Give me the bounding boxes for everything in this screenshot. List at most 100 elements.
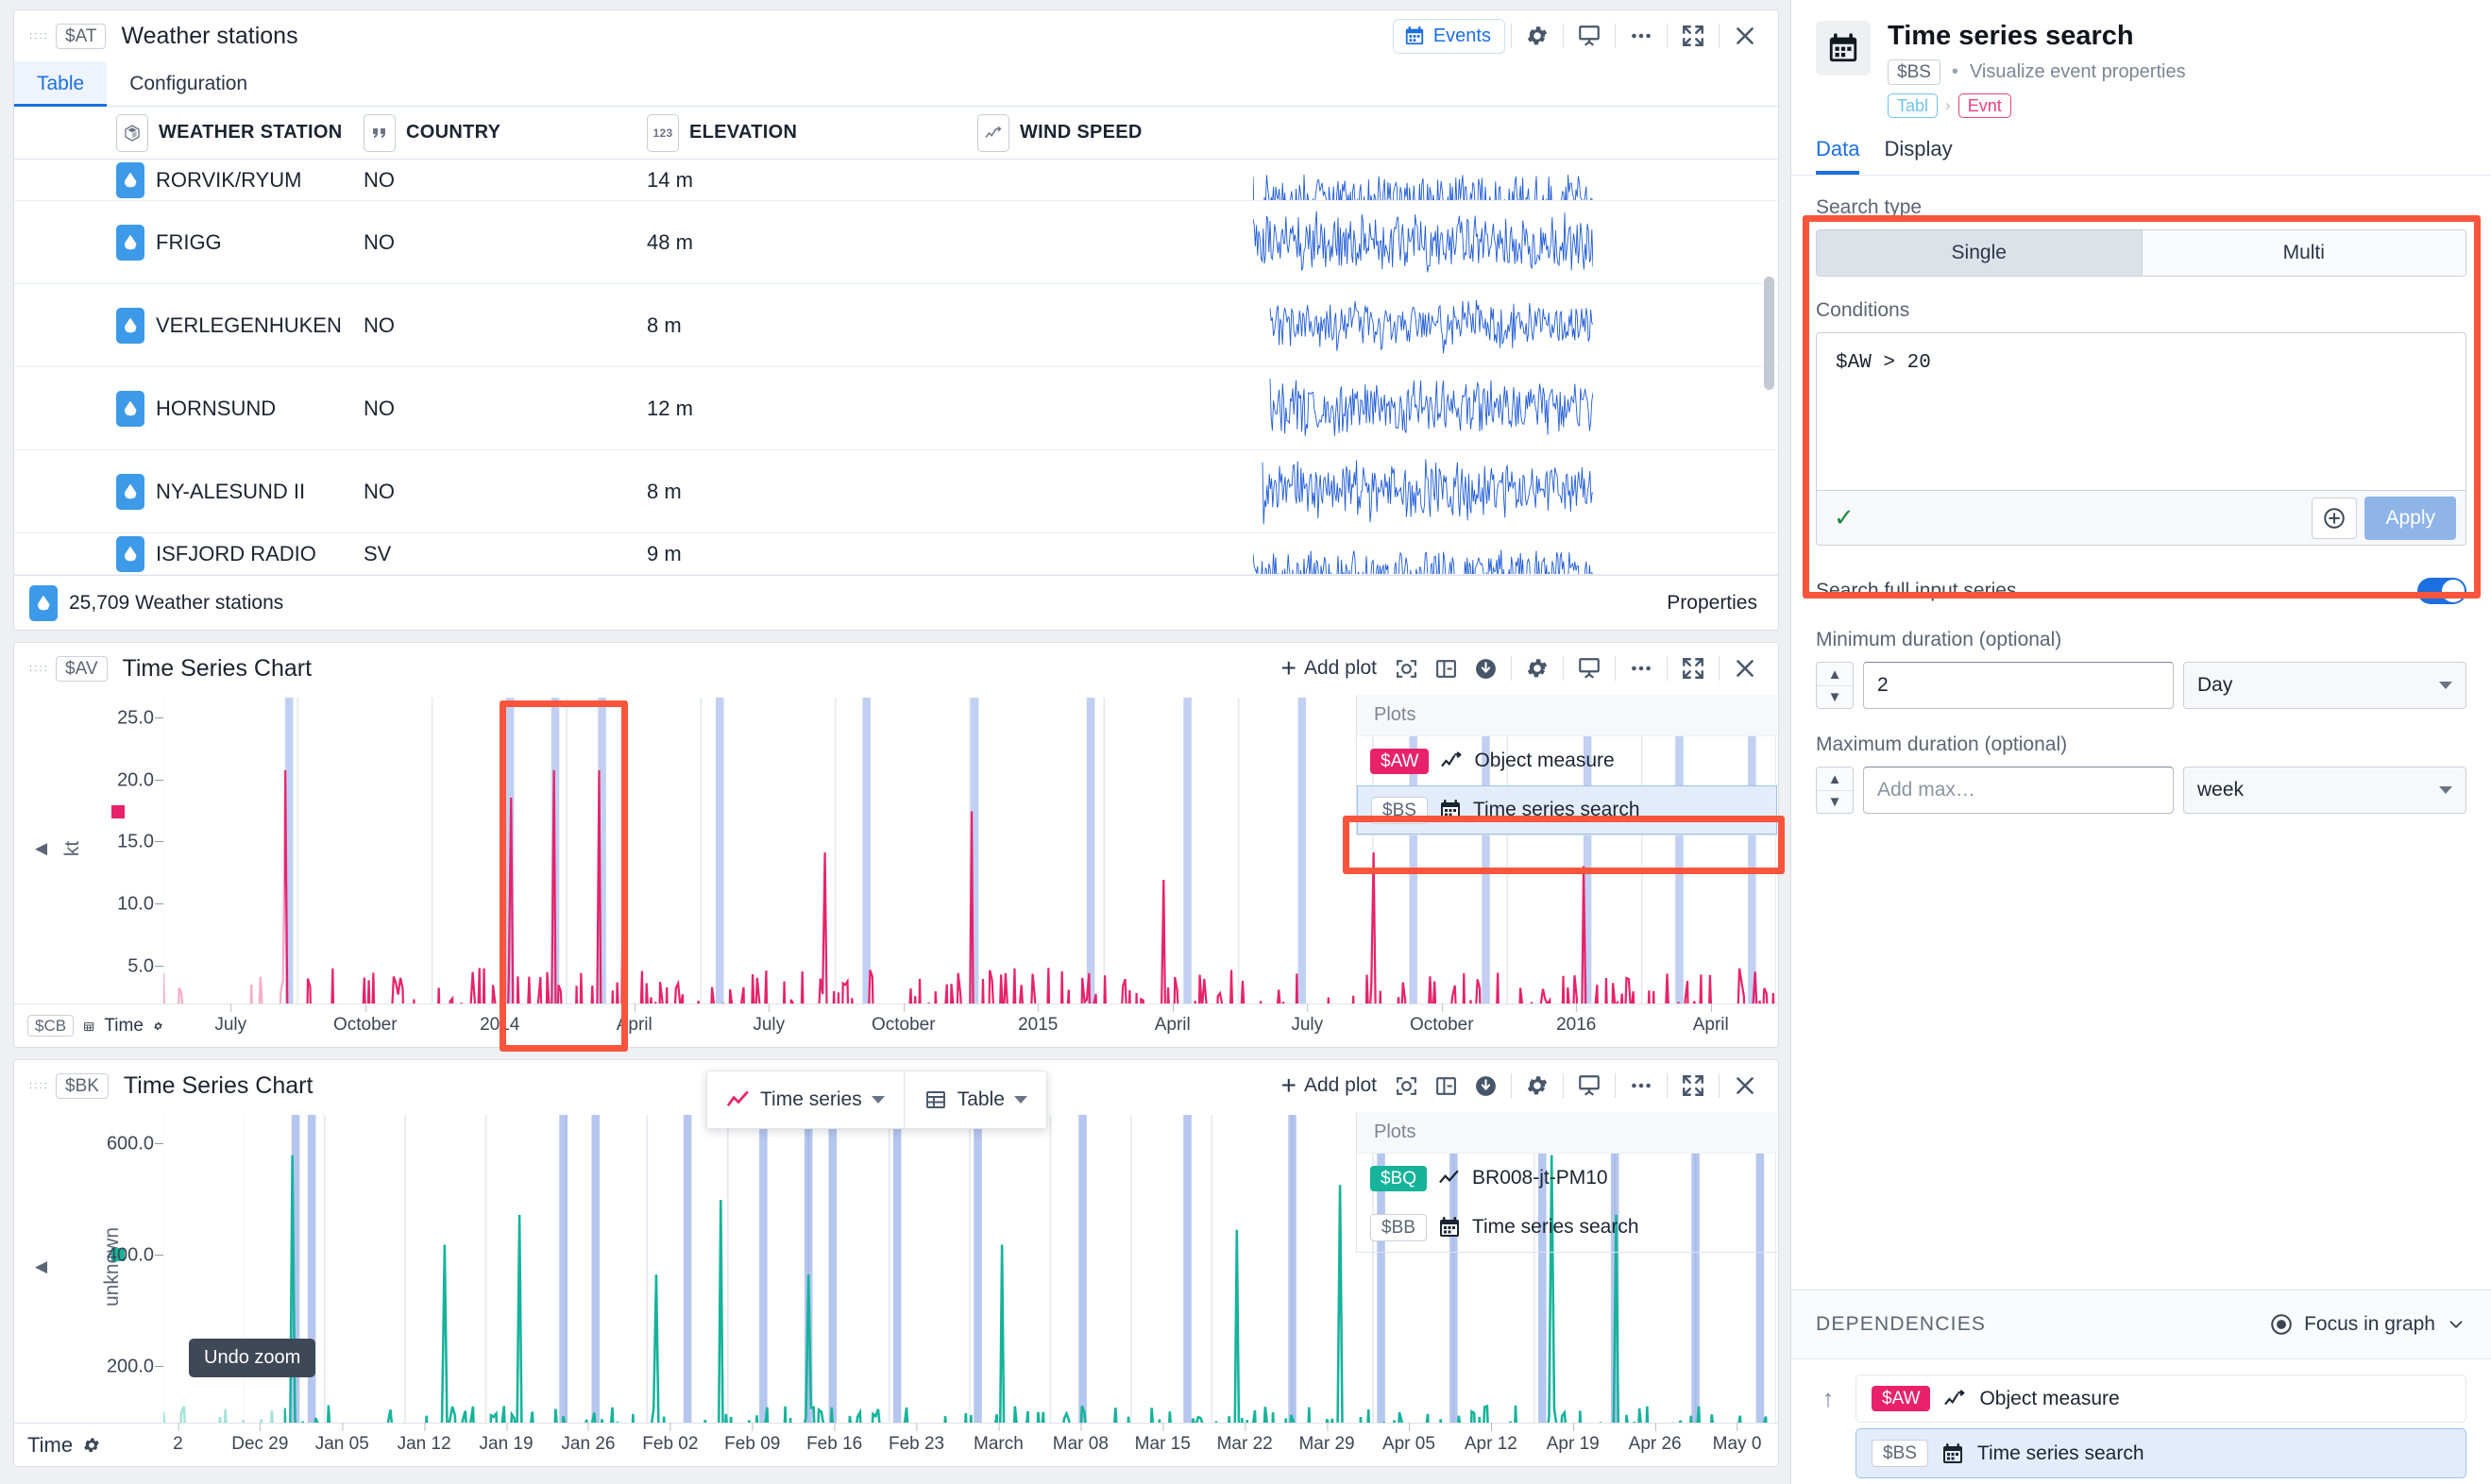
x-tick-label: 2016 xyxy=(1556,1015,1596,1036)
close-icon[interactable] xyxy=(1725,649,1765,688)
max-duration-unit-select[interactable]: week xyxy=(2183,767,2466,814)
fit-selection-icon[interactable] xyxy=(1386,649,1426,688)
drag-grip-icon[interactable]: :::: xyxy=(29,33,46,40)
weather-stations-rid[interactable]: $AT xyxy=(56,24,106,49)
add-plot-button[interactable]: + Add plot xyxy=(1279,1072,1386,1099)
x-tick-label: 2015 xyxy=(1018,1015,1058,1036)
chevron-down-icon[interactable]: ▼ xyxy=(1817,790,1853,813)
chart-top-rid[interactable]: $AV xyxy=(56,656,108,682)
table-row[interactable]: RORVIK/RYUMNO14 m xyxy=(14,160,1778,201)
gear-icon[interactable] xyxy=(82,1436,101,1455)
download-icon[interactable] xyxy=(1466,649,1505,688)
right-panel-rid[interactable]: $BS xyxy=(1888,59,1940,85)
view-table-label: Table xyxy=(957,1088,1005,1111)
table-row[interactable]: ISFJORD RADIOSV9 m xyxy=(14,533,1778,575)
max-duration-stepper[interactable]: ▲ ▼ xyxy=(1816,767,1854,814)
properties-link[interactable]: Properties xyxy=(1667,592,1757,615)
chart-bottom-title: Time Series Chart xyxy=(124,1072,313,1100)
chevron-up-icon[interactable]: ▲ xyxy=(1817,663,1853,685)
breadcrumb-event[interactable]: Evnt xyxy=(1958,93,2011,118)
add-plot-button[interactable]: + Add plot xyxy=(1279,655,1386,682)
min-duration-stepper[interactable]: ▲ ▼ xyxy=(1816,662,1854,709)
view-table-button[interactable]: Table xyxy=(905,1071,1046,1128)
breadcrumb-table[interactable]: Tabl xyxy=(1888,93,1938,118)
station-name: RORVIK/RYUM xyxy=(156,168,301,193)
collapse-left-icon[interactable]: ◀ xyxy=(35,1257,47,1276)
table-scrollbar[interactable] xyxy=(1764,277,1774,390)
close-icon[interactable] xyxy=(1725,1066,1765,1105)
expand-icon[interactable] xyxy=(1673,1066,1713,1105)
chart-top-ylabel: kt xyxy=(61,841,84,856)
conditions-editor[interactable]: $AW > 20 xyxy=(1816,332,2466,491)
download-icon[interactable] xyxy=(1466,1066,1505,1105)
drag-grip-icon[interactable]: :::: xyxy=(29,1083,46,1089)
expand-icon[interactable] xyxy=(1673,649,1713,688)
column-elevation[interactable]: 123 ELEVATION xyxy=(647,114,977,152)
dependency-item[interactable]: $AW Object measure xyxy=(1856,1374,2466,1423)
chevron-up-icon[interactable]: ▲ xyxy=(1817,767,1853,790)
drag-grip-icon[interactable]: :::: xyxy=(29,666,46,672)
presentation-icon[interactable] xyxy=(1569,16,1609,56)
chart-top-axis-rid[interactable]: $CB xyxy=(27,1015,74,1037)
x-tick-label: Apr 19 xyxy=(1547,1434,1600,1455)
expand-icon[interactable] xyxy=(1673,16,1713,56)
chart-top-plot-area: ◀ kt 5.010.015.020.025.0 Plots $AW Objec… xyxy=(14,694,1778,1003)
table-row[interactable]: NY-ALESUND IINO8 m xyxy=(14,450,1778,533)
chart-bottom-rid[interactable]: $BK xyxy=(56,1073,109,1099)
tab-configuration[interactable]: Configuration xyxy=(107,61,270,106)
collapse-left-icon[interactable]: ◀ xyxy=(35,839,47,858)
gear-icon[interactable] xyxy=(1517,649,1557,688)
cell-elevation: 9 m xyxy=(647,542,977,566)
x-tick-label: October xyxy=(872,1015,936,1036)
min-duration-input[interactable] xyxy=(1863,662,2174,709)
legend-row[interactable]: $BB Time series search xyxy=(1357,1203,1777,1252)
events-button[interactable]: Events xyxy=(1393,19,1505,54)
more-icon[interactable] xyxy=(1621,1066,1661,1105)
dependency-row: ↑ $AW Object measure xyxy=(1816,1374,2466,1423)
table-row[interactable]: HORNSUNDNO12 m xyxy=(14,367,1778,450)
split-panel-icon[interactable] xyxy=(1426,1066,1466,1105)
chart-bottom-toolbar: + Add plot xyxy=(1279,1066,1765,1105)
min-duration-row: ▲ ▼ Day xyxy=(1816,662,2466,709)
table-row[interactable]: VERLEGENHUKENNO8 m xyxy=(14,284,1778,367)
more-icon[interactable] xyxy=(1621,16,1661,56)
full-series-toggle[interactable] xyxy=(2417,578,2466,604)
tab-table[interactable]: Table xyxy=(14,61,107,106)
x-tick-label: Apr 12 xyxy=(1465,1434,1517,1455)
gear-icon[interactable] xyxy=(1517,16,1557,56)
view-timeseries-button[interactable]: Time series xyxy=(707,1071,904,1128)
dependency-item[interactable]: $BS Time series search xyxy=(1856,1428,2466,1478)
legend-row[interactable]: $BS Time series search xyxy=(1357,785,1777,835)
chart-top-xticks: JulyOctober2014AprilJulyOctober2015April… xyxy=(163,1004,1778,1048)
apply-button[interactable]: Apply xyxy=(2364,497,2456,540)
left-column: :::: $AT Weather stations Events xyxy=(0,0,1790,1484)
chevron-down-icon xyxy=(2439,786,2452,794)
min-duration-unit-select[interactable]: Day xyxy=(2183,662,2466,709)
split-panel-icon[interactable] xyxy=(1426,649,1466,688)
search-type-single[interactable]: Single xyxy=(1817,230,2142,276)
fit-selection-icon[interactable] xyxy=(1386,1066,1426,1105)
presentation-icon[interactable] xyxy=(1569,1066,1609,1105)
chevron-down-icon[interactable]: ▼ xyxy=(1817,685,1853,708)
tab-data[interactable]: Data xyxy=(1816,137,1859,175)
dependencies-list: ↑ $AW Object measure $BS Time series sea… xyxy=(1791,1359,2491,1478)
close-icon[interactable] xyxy=(1725,16,1765,56)
weather-stations-title: Weather stations xyxy=(121,23,297,50)
gear-icon[interactable] xyxy=(1517,1066,1557,1105)
max-duration-input[interactable] xyxy=(1863,767,2174,814)
focus-in-graph-button[interactable]: Focus in graph xyxy=(2269,1312,2466,1337)
legend-row[interactable]: $BQ BR008-jt-PM10 xyxy=(1357,1154,1777,1203)
column-wind-speed[interactable]: WIND SPEED xyxy=(977,114,1355,152)
gear-icon[interactable] xyxy=(153,1018,163,1035)
tab-display[interactable]: Display xyxy=(1884,137,1952,175)
legend-row[interactable]: $AW Object measure xyxy=(1357,736,1777,785)
column-country[interactable]: COUNTRY xyxy=(364,114,647,152)
legend-header: Plots xyxy=(1357,695,1777,736)
legend-label: Time series search xyxy=(1473,799,1640,821)
search-type-multi[interactable]: Multi xyxy=(2142,230,2466,276)
column-weather-station[interactable]: WEATHER STATION xyxy=(14,114,364,152)
more-icon[interactable] xyxy=(1621,649,1661,688)
table-row[interactable]: FRIGGNO48 m xyxy=(14,201,1778,284)
presentation-icon[interactable] xyxy=(1569,649,1609,688)
add-condition-button[interactable] xyxy=(2312,497,2357,539)
